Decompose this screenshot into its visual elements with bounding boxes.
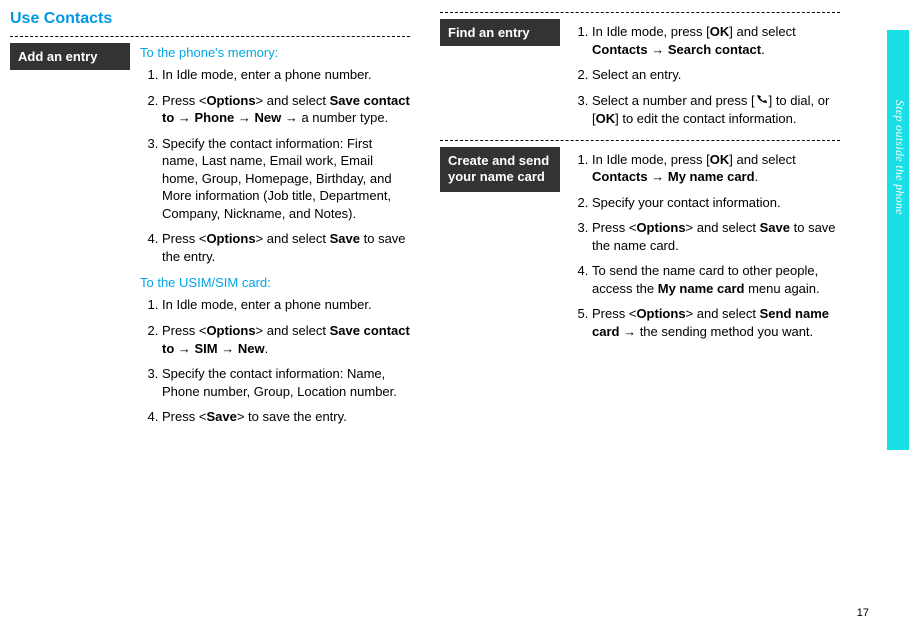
label-add-entry: Add an entry [10, 43, 130, 70]
page-title: Use Contacts [10, 10, 410, 28]
step: To send the name card to other people, a… [592, 262, 840, 297]
step: Press <Save> to save the entry. [162, 408, 410, 426]
step: Press <Options> and select Send name car… [592, 305, 840, 340]
step: Specify the contact information: First n… [162, 135, 410, 223]
steps-phone-memory: In Idle mode, enter a phone number. Pres… [140, 66, 410, 265]
label-name-card: Create and send your name card [440, 147, 560, 193]
step: Select an entry. [592, 66, 840, 84]
step: In Idle mode, enter a phone number. [162, 66, 410, 84]
divider [440, 12, 840, 13]
subhead-sim-card: To the USIM/SIM card: [140, 275, 410, 290]
subhead-phone-memory: To the phone's memory: [140, 45, 410, 60]
step: In Idle mode, press [OK] and select Cont… [592, 151, 840, 186]
steps-find-entry: In Idle mode, press [OK] and select Cont… [570, 23, 840, 128]
step: Press <Options> and select Save to save … [592, 219, 840, 254]
step: In Idle mode, enter a phone number. [162, 296, 410, 314]
step: Specify your contact information. [592, 194, 840, 212]
page-number: 17 [857, 607, 869, 619]
step: Press <Options> and select Save contact … [162, 92, 410, 127]
sidebar-tab [887, 30, 909, 450]
divider [10, 36, 410, 37]
label-find-entry: Find an entry [440, 19, 560, 46]
step: Specify the contact information: Name, P… [162, 365, 410, 400]
divider [440, 140, 840, 141]
step: Press <Options> and select Save to save … [162, 230, 410, 265]
steps-name-card: In Idle mode, press [OK] and select Cont… [570, 151, 840, 341]
sidebar-label: Step outside the phone [892, 100, 907, 215]
steps-sim-card: In Idle mode, enter a phone number. Pres… [140, 296, 410, 425]
step: Select a number and press [] to dial, or… [592, 92, 840, 128]
dial-icon [755, 92, 769, 110]
step: Press <Options> and select Save contact … [162, 322, 410, 357]
step: In Idle mode, press [OK] and select Cont… [592, 23, 840, 58]
